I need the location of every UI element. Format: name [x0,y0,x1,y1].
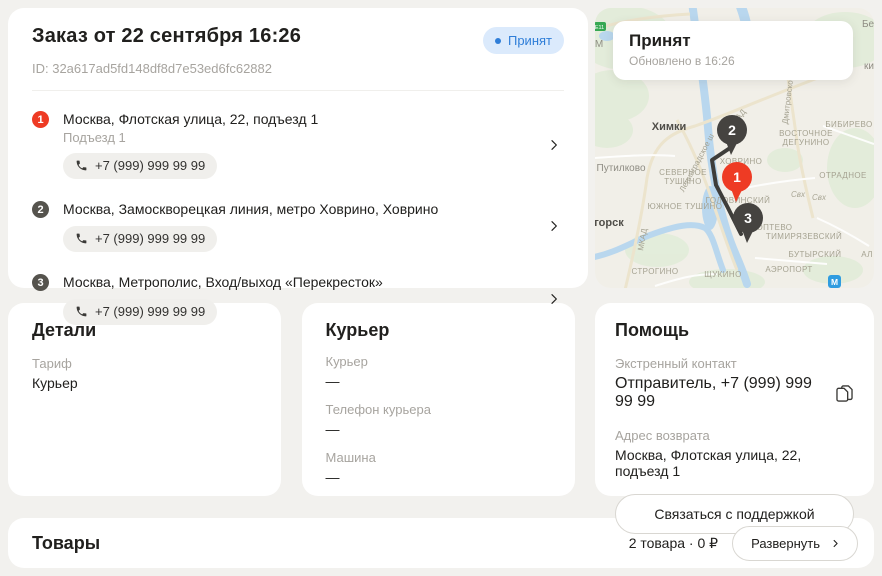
route-point-row-1[interactable]: 1 Москва, Флотская улица, 22, подъезд 1 … [32,110,564,179]
phone-chip-label: +7 (999) 999 99 99 [95,304,205,319]
phone-icon [75,232,88,245]
copy-icon [835,384,854,403]
status-dot-icon [495,38,501,44]
phone-chip[interactable]: +7 (999) 999 99 99 [63,153,217,179]
help-card: Помощь Экстренный контакт Отправитель, +… [595,303,874,496]
phone-chip[interactable]: +7 (999) 999 99 99 [63,299,217,325]
map-status-title: Принят [629,31,837,51]
help-title: Помощь [615,320,854,341]
divider [32,90,564,91]
svg-text:Химки: Химки [652,121,687,133]
courier-card: Курьер Курьер — Телефон курьера — Машина… [302,303,575,496]
order-page: Заказ от 22 сентября 16:26 Принят ID: 32… [0,0,882,576]
chevron-right-icon[interactable] [546,137,562,153]
order-summary-card: Заказ от 22 сентября 16:26 Принят ID: 32… [8,8,588,288]
metro-icon: М [828,275,841,288]
route-point-row-3[interactable]: 3 Москва, Метрополис, Вход/выход «Перекр… [32,273,564,325]
point-note: Подъезд 1 [63,130,534,145]
svg-text:ВОСТОЧНОЕ: ВОСТОЧНОЕ [779,129,833,138]
phone-icon [75,159,88,172]
svg-text:Свх: Свх [791,190,806,199]
point-number-2: 2 [32,201,49,218]
svg-text:ЩУКИНО: ЩУКИНО [704,270,741,279]
chevron-right-icon[interactable] [546,218,562,234]
status-badge: Принят [483,27,564,54]
svg-text:М: М [595,39,603,50]
courier-car-label: Машина [326,450,551,465]
road-sign-icon: Е11 [595,22,606,31]
courier-name-label: Курьер [326,354,551,369]
svg-text:БИБИРЕВО: БИБИРЕВО [825,120,872,129]
courier-car-value: — [326,469,551,485]
svg-text:М: М [831,277,838,287]
point-address: Москва, Флотская улица, 22, подъезд 1 [63,110,534,128]
tariff-value: Курьер [32,375,257,391]
expand-button-label: Развернуть [751,536,820,551]
point-number-3: 3 [32,274,49,291]
tariff-label: Тариф [32,356,257,371]
phone-icon [75,305,88,318]
delivery-map[interactable]: Е11 М ХимкигорскПутилковоБекиМСЕВЕРНОЕТУ… [595,8,874,288]
courier-phone-value: — [326,421,551,437]
svg-text:Свх: Свх [812,193,827,202]
order-id: ID: 32a617ad5fd148df8d7e53ed6fc62882 [32,61,564,76]
phone-chip-label: +7 (999) 999 99 99 [95,231,205,246]
svg-text:Е11: Е11 [595,25,604,31]
svg-text:ДЕГУНИНО: ДЕГУНИНО [783,138,830,147]
chevron-right-icon [830,538,841,549]
chevron-right-icon[interactable] [546,291,562,307]
svg-text:АЭРОПОРТ: АЭРОПОРТ [765,265,812,274]
details-card: Детали Тариф Курьер [8,303,281,496]
point-address: Москва, Замоскворецкая линия, метро Ховр… [63,200,534,218]
return-address-label: Адрес возврата [615,428,854,443]
svg-text:1: 1 [733,169,741,185]
items-bar: Товары 2 товара · 0 ₽ Развернуть [8,518,874,568]
svg-text:2: 2 [728,122,736,138]
emergency-contact-label: Экстренный контакт [615,356,854,371]
phone-chip-label: +7 (999) 999 99 99 [95,158,205,173]
svg-text:3: 3 [744,210,752,226]
svg-text:СТРОГИНО: СТРОГИНО [631,267,678,276]
phone-chip[interactable]: +7 (999) 999 99 99 [63,226,217,252]
courier-name-value: — [326,373,551,389]
map-status-updated: Обновлено в 16:26 [629,54,837,68]
point-number-1: 1 [32,111,49,128]
svg-text:СЕВЕРНОЕ: СЕВЕРНОЕ [659,168,707,177]
svg-text:ОТРАДНОЕ: ОТРАДНОЕ [819,171,866,180]
status-badge-label: Принят [508,33,552,48]
courier-phone-label: Телефон курьера [326,402,551,417]
svg-text:ТИМИРЯЗЕВСКИЙ: ТИМИРЯЗЕВСКИЙ [766,232,842,241]
svg-text:БУТЫРСКИЙ: БУТЫРСКИЙ [789,250,842,259]
svg-text:ки: ки [864,61,874,72]
svg-text:АЛ: АЛ [861,250,873,259]
expand-items-button[interactable]: Развернуть [732,526,858,561]
svg-text:горск: горск [595,217,624,229]
svg-text:Путилково: Путилково [597,163,646,174]
point-address: Москва, Метрополис, Вход/выход «Перекрес… [63,273,534,291]
emergency-contact-value: Отправитель, +7 (999) 999 99 99 [615,375,826,411]
order-title: Заказ от 22 сентября 16:26 [32,25,301,48]
map-status-card: Принят Обновлено в 16:26 [613,21,853,80]
svg-text:Бе: Бе [862,19,874,30]
items-title: Товары [32,533,100,554]
route-point-row-2[interactable]: 2 Москва, Замоскворецкая линия, метро Хо… [32,200,564,252]
copy-contact-button[interactable] [835,384,854,403]
items-summary: 2 товара · 0 ₽ [629,535,718,552]
return-address-value: Москва, Флотская улица, 22, подъезд 1 [615,447,854,479]
